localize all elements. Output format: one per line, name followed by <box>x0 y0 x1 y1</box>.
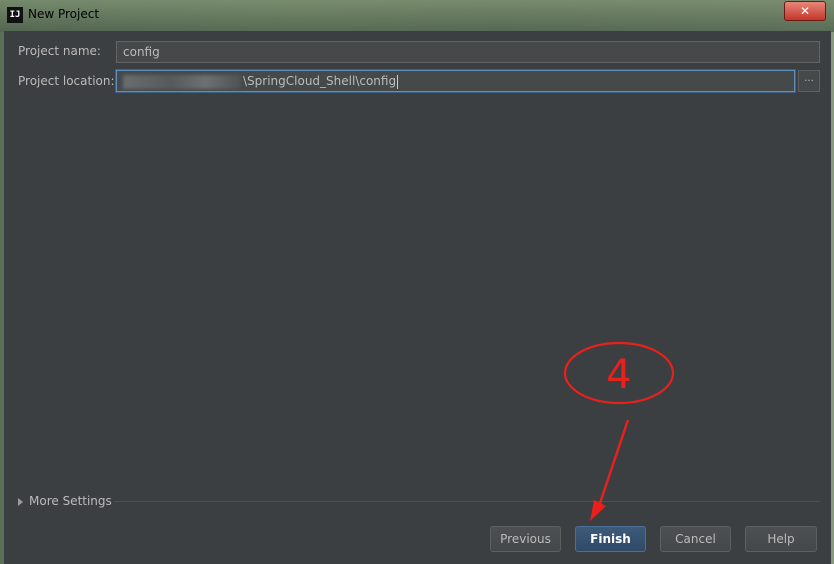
text-caret <box>397 74 399 89</box>
window-title: New Project <box>28 7 100 21</box>
cancel-button[interactable]: Cancel <box>660 526 731 552</box>
dialog-content: Project name: config Project location: \… <box>4 31 831 564</box>
finish-button[interactable]: Finish <box>575 526 646 552</box>
project-name-input[interactable]: config <box>116 41 820 63</box>
new-project-window: IJ New Project ✕ Project name: config Pr… <box>0 0 834 564</box>
previous-button[interactable]: Previous <box>490 526 561 552</box>
more-settings-toggle[interactable]: More Settings <box>18 494 112 508</box>
expand-triangle-icon <box>18 497 23 506</box>
ellipsis-icon: ... <box>804 73 814 84</box>
project-name-label: Project name: <box>18 44 101 58</box>
close-icon: ✕ <box>799 4 811 18</box>
intellij-icon: IJ <box>7 7 23 23</box>
more-settings-label: More Settings <box>29 494 112 508</box>
project-location-input[interactable]: \SpringCloud_Shell\config <box>116 70 795 92</box>
settings-separator <box>114 501 820 502</box>
project-name-value: config <box>123 45 160 59</box>
close-button[interactable]: ✕ <box>784 1 826 21</box>
project-location-label: Project location: <box>18 74 115 88</box>
redacted-path <box>123 74 241 89</box>
help-button[interactable]: Help <box>745 526 817 552</box>
browse-button[interactable]: ... <box>798 70 820 92</box>
title-bar[interactable]: IJ New Project ✕ <box>0 0 834 32</box>
project-location-value: \SpringCloud_Shell\config <box>243 74 397 88</box>
